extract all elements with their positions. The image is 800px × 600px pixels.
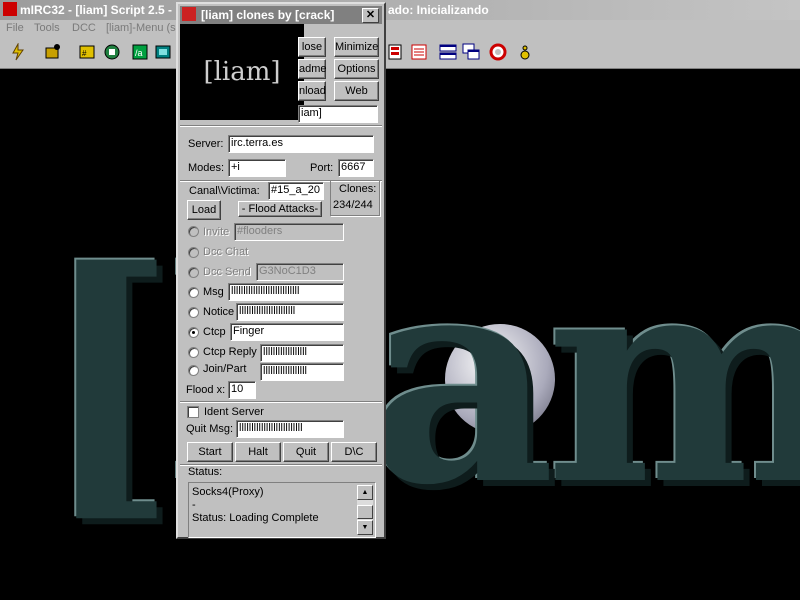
scroll-down-icon[interactable]: ▼ <box>357 520 373 535</box>
ident-server-checkbox[interactable] <box>187 406 199 418</box>
scroll-thumb[interactable] <box>357 505 373 519</box>
scroll-up-icon[interactable]: ▲ <box>357 485 373 500</box>
join-part-input[interactable]: llllllllllllllllll <box>260 363 344 381</box>
server-label: Server: <box>188 138 224 150</box>
msg-radio[interactable] <box>188 287 199 298</box>
clones-count-box: Clones: 234/244 <box>330 180 380 216</box>
popups-icon[interactable] <box>154 43 172 61</box>
menu-bar: File Tools DCC [liam]-Menu (sa <box>0 20 800 38</box>
svg-text:#: # <box>82 49 87 58</box>
ctcp-reply-radio[interactable] <box>188 347 199 358</box>
background-wallpaper: [liam <box>0 69 800 600</box>
quit-msg-input[interactable]: llllllllllllllllllllllllll <box>236 420 344 438</box>
dcc-send-label: Dcc Send <box>203 266 251 278</box>
help-icon[interactable] <box>489 43 507 61</box>
readme-button[interactable]: adme <box>298 59 327 79</box>
clones-window-title: [liam] clones by [crack] <box>201 8 335 22</box>
status-log[interactable]: Socks4(Proxy) - Status: Loading Complete… <box>188 482 376 538</box>
channels-list-icon[interactable] <box>410 43 428 61</box>
clones-window: [liam] clones by [crack] ✕ [liam] lose M… <box>176 2 386 539</box>
quit-msg-label: Quit Msg: <box>186 423 234 435</box>
main-window-title: mIRC32 - [liam] Script 2.5 - <box>20 3 173 17</box>
remote-icon[interactable] <box>386 43 404 61</box>
main-window-title-suffix: ado: Inicializando <box>388 3 489 17</box>
ctcp-reply-input[interactable]: llllllllllllllllll <box>260 344 344 362</box>
liam-logo: [liam] <box>180 24 304 120</box>
clones-window-icon <box>182 7 196 21</box>
port-input[interactable]: 6667 <box>338 159 374 177</box>
options-button[interactable]: Options <box>334 59 379 79</box>
dcc-send-radio[interactable] <box>188 267 199 278</box>
ctcp-radio[interactable] <box>188 327 199 338</box>
status-scrollbar[interactable]: ▲ ▼ <box>357 485 373 535</box>
clones-label: Clones: <box>339 183 377 195</box>
flood-x-label: Flood x: <box>186 384 226 396</box>
background-logo-text: [liam <box>40 209 800 549</box>
nick-field[interactable]: iam] <box>298 105 378 123</box>
clones-window-title-bar[interactable]: [liam] clones by [crack] ✕ <box>180 6 382 24</box>
menu-file[interactable]: File <box>6 22 24 34</box>
status-line: Status: Loading Complete <box>192 512 319 524</box>
msg-input[interactable]: llllllllllllllllllllllllllll <box>228 283 344 301</box>
dcc-chat-radio[interactable] <box>188 247 199 258</box>
alias-icon[interactable]: /a <box>131 43 149 61</box>
notice-label: Notice <box>203 306 235 318</box>
dcc-send-input[interactable]: G3NoC1D3 <box>256 263 344 281</box>
close-button[interactable]: lose <box>298 37 326 57</box>
join-part-label: Join/Part <box>203 363 247 375</box>
main-title-bar: mIRC32 - [liam] Script 2.5 - ado: Inicia… <box>0 0 800 20</box>
toolbar: # /a <box>0 38 800 69</box>
cascade-windows-icon[interactable] <box>462 43 480 61</box>
minimize-button[interactable]: Minimize <box>334 37 379 57</box>
port-label: Port: <box>310 162 334 174</box>
notice-radio[interactable] <box>188 307 199 318</box>
invite-radio[interactable] <box>188 226 199 237</box>
menu-dcc[interactable]: DCC <box>72 22 96 34</box>
connect-icon[interactable] <box>9 42 27 61</box>
flood-attacks-button[interactable]: - Flood Attacks- <box>238 201 322 217</box>
menu-tools[interactable]: Tools <box>34 22 60 34</box>
invite-label: Invite <box>203 226 230 238</box>
status-label: Status: <box>188 466 223 478</box>
ctcp-input[interactable]: Finger <box>230 323 344 341</box>
ctcp-reply-label: Ctcp Reply <box>203 346 257 358</box>
notice-input[interactable]: lllllllllllllllllllllll <box>236 303 344 321</box>
clones-count: 234/244 <box>333 199 373 211</box>
disconnect-button[interactable]: D\C <box>331 442 377 462</box>
invite-input[interactable]: #flooders <box>234 223 344 241</box>
modes-label: Modes: <box>188 162 225 174</box>
status-line: - <box>192 499 196 511</box>
channel-victim-input[interactable]: #15_a_20 <box>268 182 324 200</box>
svg-text:/a: /a <box>135 48 143 58</box>
web-button[interactable]: Web <box>334 81 379 101</box>
start-button[interactable]: Start <box>187 442 233 462</box>
menu-liam[interactable]: [liam]-Menu (sa <box>106 22 182 34</box>
status-line: Socks4(Proxy) <box>192 486 264 498</box>
ctcp-label: Ctcp <box>203 326 226 338</box>
download-button[interactable]: nload <box>298 81 326 101</box>
options-icon[interactable] <box>44 43 62 61</box>
separator <box>180 401 382 403</box>
flood-x-input[interactable]: 10 <box>228 381 256 399</box>
ident-server-label: Ident Server <box>204 406 264 418</box>
modes-input[interactable]: +i <box>228 159 286 177</box>
about-icon[interactable] <box>516 43 534 61</box>
load-button[interactable]: Load <box>187 200 221 220</box>
tile-windows-icon[interactable] <box>439 43 457 61</box>
server-input[interactable]: irc.terra.es <box>228 135 374 153</box>
halt-button[interactable]: Halt <box>235 442 281 462</box>
close-icon[interactable]: ✕ <box>362 8 379 23</box>
dcc-chat-label: Dcc Chat <box>203 246 249 258</box>
mirc-app-icon <box>3 2 17 16</box>
scripts-icon[interactable]: # <box>78 43 96 61</box>
channel-victim-label: Canal\Victima: <box>189 185 260 197</box>
address-book-icon[interactable] <box>103 43 121 61</box>
separator <box>180 125 382 127</box>
quit-button[interactable]: Quit <box>283 442 329 462</box>
join-part-radio[interactable] <box>188 365 199 376</box>
msg-label: Msg <box>203 286 224 298</box>
